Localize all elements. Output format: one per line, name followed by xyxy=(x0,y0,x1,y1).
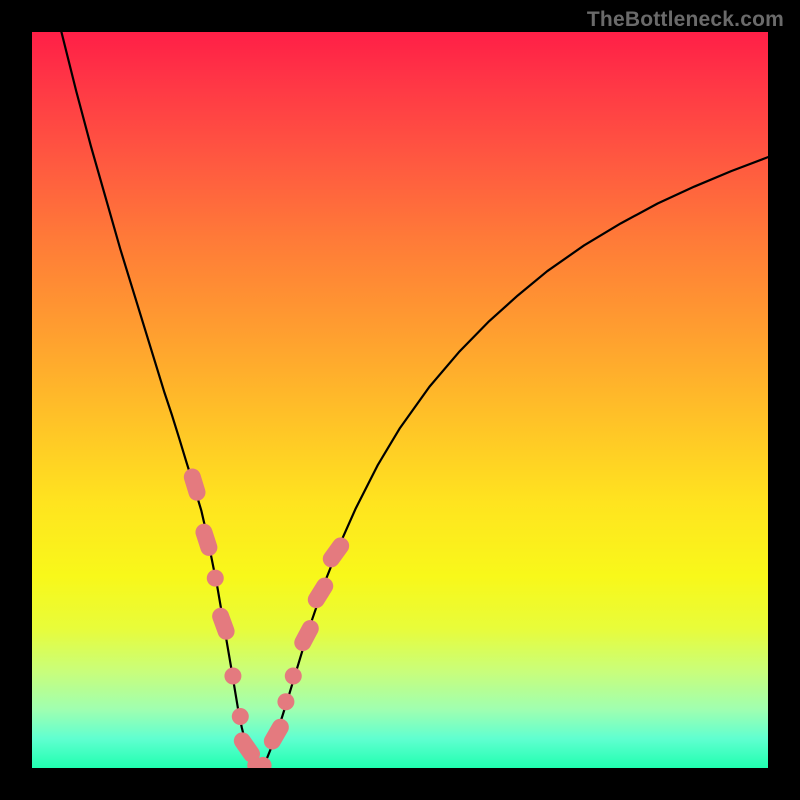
marker-pill xyxy=(230,729,263,766)
marker-dot xyxy=(285,668,302,685)
curve-layer xyxy=(32,32,768,768)
watermark-text: TheBottleneck.com xyxy=(587,8,784,32)
marker-pill xyxy=(193,522,219,559)
marker-dot xyxy=(224,668,241,685)
marker-dot xyxy=(255,757,272,768)
marker-pill xyxy=(319,534,352,571)
curve-path xyxy=(61,32,768,767)
marker-dot xyxy=(207,570,224,587)
chart-frame: TheBottleneck.com xyxy=(0,0,800,800)
marker-pill xyxy=(182,466,208,503)
marker-pill xyxy=(305,574,337,611)
marker-pill xyxy=(210,605,237,642)
marker-dot xyxy=(247,757,264,768)
marker-dot xyxy=(232,708,249,725)
plot-area xyxy=(32,32,768,768)
chart-svg xyxy=(32,32,768,768)
marker-dot xyxy=(277,693,294,710)
marker-pill xyxy=(261,716,292,753)
marker-pill xyxy=(291,617,322,654)
